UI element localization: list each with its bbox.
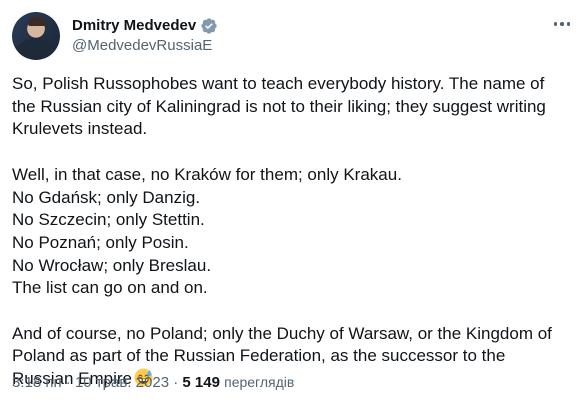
tweet-line: No Szczecin; only Stettin. xyxy=(12,210,205,230)
tweet-line: The list can go on and on. xyxy=(12,278,208,298)
meta-separator: · xyxy=(173,374,179,391)
tweet-line: No Wrocław; only Breslau. xyxy=(12,255,212,275)
tweet-header: Dmitry Medvedev @MedvedevRussiaE xyxy=(12,12,218,60)
tweet-line: Well, in that case, no Kraków for them; … xyxy=(12,164,402,184)
tweet-line: Krulevets instead. xyxy=(12,119,148,139)
views-label: переглядів xyxy=(224,374,295,390)
tweet-paragraph: Well, in that case, no Kraków for them; … xyxy=(12,164,574,300)
tweet-date[interactable]: 10 трав. 2023 xyxy=(75,374,169,391)
tweet-card: Dmitry Medvedev @MedvedevRussiaE So, Pol… xyxy=(0,0,586,403)
tweet-line: So, Polish Russophobes want to teach eve… xyxy=(12,74,545,93)
name-row: Dmitry Medvedev xyxy=(72,16,218,36)
views-count[interactable]: 5 149 xyxy=(182,374,220,391)
tweet-line: No Gdańsk; only Danzig. xyxy=(12,187,201,207)
tweet-line: No Poznań; only Posin. xyxy=(12,232,189,252)
tweet-time[interactable]: 3:18 пп xyxy=(12,374,62,391)
tweet-line: And of course, no Poland; only the Duchy… xyxy=(12,323,552,343)
author-names: Dmitry Medvedev @MedvedevRussiaE xyxy=(72,16,218,56)
tweet-text: So, Polish Russophobes want to teach eve… xyxy=(12,73,574,391)
tweet-paragraph: So, Polish Russophobes want to teach eve… xyxy=(12,73,574,141)
avatar[interactable] xyxy=(12,12,60,60)
author-display-name[interactable]: Dmitry Medvedev xyxy=(72,16,196,36)
tweet-line: the Russian city of Kaliningrad is not t… xyxy=(12,96,546,116)
verified-badge-icon xyxy=(201,18,217,34)
author-handle[interactable]: @MedvedevRussiaE xyxy=(72,36,218,56)
tweet-meta: 3:18 пп · 10 трав. 2023 · 5 149 перегляд… xyxy=(12,372,294,393)
tweet-line: Poland as part of the Russian Federation… xyxy=(12,346,506,366)
meta-separator: · xyxy=(65,374,71,391)
more-options-icon[interactable] xyxy=(552,14,572,34)
